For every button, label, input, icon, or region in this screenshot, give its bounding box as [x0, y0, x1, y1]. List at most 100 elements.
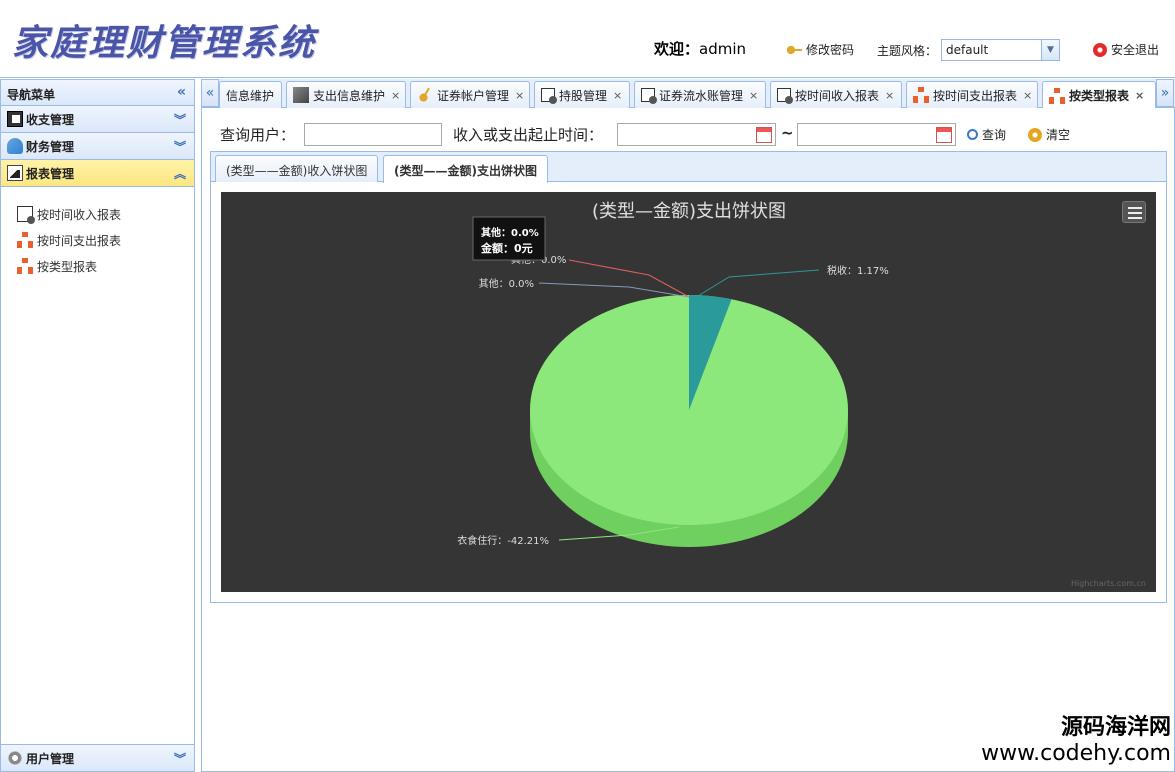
calendar-icon[interactable] [936, 127, 952, 143]
chart-tab-bar: (类型——金额)收入饼状图 (类型——金额)支出饼状图 [211, 152, 1166, 183]
key-icon [414, 84, 436, 106]
tab-expense-by-time[interactable]: 按时间支出报表 × [906, 81, 1038, 108]
collapse-left-icon[interactable]: « [177, 84, 186, 100]
welcome-text: 欢迎：admin [654, 38, 746, 59]
tab-holdings[interactable]: 持股管理 × [534, 81, 630, 108]
tooltip-line2: 金额：0元 [480, 241, 533, 255]
data-label-other-blue: 其他：0.0% [479, 277, 534, 290]
watermark-line2: www.codehy.com [981, 741, 1171, 766]
tab-label: 按类型报表 [1069, 89, 1130, 103]
tab-label: 信息维护 [226, 88, 275, 103]
document-icon [641, 88, 657, 104]
start-date-input[interactable] [617, 123, 776, 146]
org-chart-icon [1049, 87, 1065, 104]
main-content: 查询用户： 收入或支出起止时间： ~ 查询 清空 (类型——金额)收入饼状图 (… [201, 108, 1175, 772]
tooltip-line2-label: 金额： [480, 241, 514, 255]
header: 家庭理财管理系统 欢迎：admin 修改密码 主题风格： default ▼ 安… [0, 0, 1175, 78]
tab-scroll-left-icon[interactable]: « [201, 79, 219, 107]
finance-icon [7, 138, 23, 154]
welcome-prefix: 欢迎： [654, 40, 700, 58]
end-date-input[interactable] [797, 123, 956, 146]
tab-income-by-time[interactable]: 按时间收入报表 × [770, 81, 902, 108]
income-report-icon [17, 206, 35, 224]
tab-income-pie[interactable]: (类型——金额)收入饼状图 [215, 155, 379, 182]
theme-select[interactable]: default ▼ [941, 39, 1060, 61]
power-icon [1093, 42, 1107, 57]
username: admin [699, 40, 747, 58]
tab-label: 支出信息维护 [313, 88, 386, 103]
close-icon[interactable]: × [749, 89, 758, 102]
menu-item-expense-by-time[interactable]: 按时间支出报表 [17, 227, 194, 253]
pie-chart: (类型—金额)支出饼状图 其他：0.0% 其他：0.0% 税收：1.17% 衣食… [221, 192, 1156, 592]
reports-menu: 按时间收入报表 按时间支出报表 按类型报表 [1, 187, 194, 279]
money-icon [7, 111, 23, 127]
chart-credit: Highcharts.com.cn [1071, 579, 1146, 588]
close-icon[interactable]: × [885, 89, 894, 102]
panel-label: 报表管理 [26, 166, 75, 181]
tab-scroll-right-icon[interactable]: » [1156, 79, 1174, 107]
tab-label: 证券流水账管理 [659, 88, 744, 103]
chevron-down-icon[interactable]: ︾ [174, 138, 186, 155]
panel-income-expense[interactable]: 收支管理 ︾ [1, 106, 194, 133]
clear-label: 清空 [1046, 128, 1071, 142]
tooltip-line1: 其他：0.0% [481, 226, 539, 239]
data-label-tax: 税收：1.17% [827, 264, 889, 277]
tab-securities-ledger[interactable]: 证券流水账管理 × [634, 81, 766, 108]
close-icon[interactable]: × [613, 89, 622, 102]
watermark: 源码海洋网 www.codehy.com [981, 709, 1171, 766]
theme-value: default [946, 43, 989, 57]
menu-line [1128, 217, 1142, 219]
calendar-icon[interactable] [756, 127, 772, 143]
tab-info-maintenance[interactable]: 信息维护 × [219, 81, 282, 108]
search-icon [967, 129, 978, 140]
app-logo: 家庭理财管理系统 [12, 22, 317, 64]
edit-icon [293, 87, 309, 103]
range-tilde: ~ [781, 124, 794, 142]
chart-menu-icon[interactable] [1122, 201, 1146, 223]
close-icon[interactable]: × [280, 89, 281, 102]
watermark-line1: 源码海洋网 [1060, 715, 1171, 740]
sidebar: 导航菜单 « 收支管理 ︾ 财务管理 ︾ 报表管理 ︽ 按时间收入报表 按时间支… [0, 79, 195, 772]
tab-by-type[interactable]: 按类型报表 × [1042, 81, 1156, 109]
logout-link[interactable]: 安全退出 [1093, 41, 1159, 58]
menu-item-by-type[interactable]: 按类型报表 [17, 253, 194, 279]
panel-users[interactable]: 用户管理 ︾ [1, 744, 194, 771]
leader-line-other-red [568, 259, 690, 298]
tab-expense-maintenance[interactable]: 支出信息维护 × [286, 81, 406, 108]
document-icon [541, 88, 557, 104]
user-query-label: 查询用户： [220, 126, 296, 144]
gear-icon [7, 750, 23, 766]
org-chart-icon [913, 87, 929, 103]
user-panel: 用户管理 ︾ [1, 744, 194, 771]
panel-label: 用户管理 [26, 751, 75, 766]
clear-button[interactable]: 清空 [1028, 126, 1070, 143]
tab-securities-account[interactable]: 证券帐户管理 × [410, 81, 530, 108]
chart-title: (类型—金额)支出饼状图 [592, 201, 786, 222]
org-chart-icon [17, 258, 33, 274]
chevron-down-icon[interactable]: ︾ [174, 111, 186, 128]
close-icon[interactable]: × [1135, 89, 1144, 102]
menu-line [1128, 207, 1142, 209]
menu-line [1128, 212, 1142, 214]
change-password-label: 修改密码 [806, 43, 855, 57]
panel-label: 收支管理 [26, 112, 75, 127]
chevron-up-icon[interactable]: ︽ [174, 165, 186, 182]
user-query-input[interactable] [304, 123, 442, 146]
leader-line-tax [692, 269, 820, 300]
close-icon[interactable]: × [515, 89, 524, 102]
org-chart-icon [17, 232, 33, 248]
change-password-link[interactable]: 修改密码 [786, 41, 854, 58]
tab-label: 按时间收入报表 [795, 88, 880, 103]
tab-expense-pie[interactable]: (类型——金额)支出饼状图 [383, 155, 548, 183]
nav-title-label: 导航菜单 [7, 88, 56, 102]
panel-finance[interactable]: 财务管理 ︾ [1, 133, 194, 160]
tab-bar: « 信息维护 × 支出信息维护 × 证券帐户管理 × 持股管理 × 证券流水账管理 × 按… [201, 79, 1175, 109]
chevron-down-icon[interactable]: ︾ [174, 750, 186, 767]
menu-item-income-by-time[interactable]: 按时间收入报表 [17, 201, 194, 227]
data-label-clothing: 衣食住行：-42.21% [457, 534, 549, 547]
search-button[interactable]: 查询 [967, 126, 1006, 143]
close-icon[interactable]: × [1023, 89, 1032, 102]
close-icon[interactable]: × [391, 89, 400, 102]
chevron-down-icon[interactable]: ▼ [1041, 40, 1059, 60]
panel-reports[interactable]: 报表管理 ︽ [1, 160, 194, 187]
